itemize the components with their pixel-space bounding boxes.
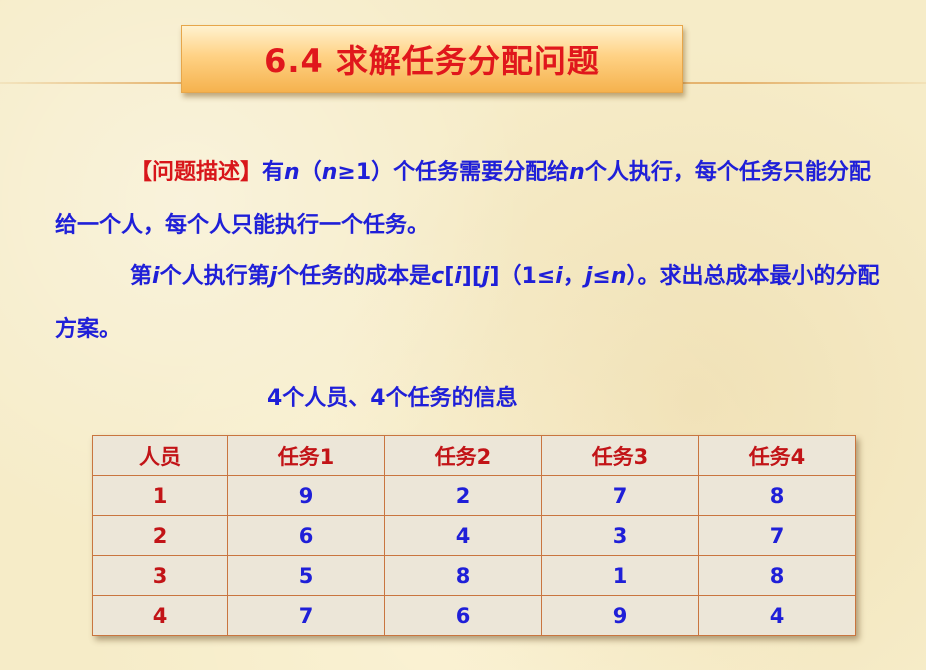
description-text: 第: [130, 263, 153, 289]
cost-cell: 7: [698, 515, 856, 556]
cost-cell: 4: [384, 515, 542, 556]
table-row: 4 7 6 9 4: [92, 595, 856, 636]
var-n: n: [610, 264, 627, 289]
cost-cell: 1: [541, 555, 699, 596]
cost-cell: 9: [541, 595, 699, 636]
cost-cell: 8: [698, 475, 856, 516]
cost-cell: 7: [541, 475, 699, 516]
description-text: 个人执行第: [159, 263, 270, 289]
cost-cell: 6: [227, 515, 385, 556]
person-cell: 4: [92, 595, 228, 636]
var-i: i: [152, 264, 160, 289]
cost-cell: 4: [698, 595, 856, 636]
var-c: c: [431, 264, 445, 289]
var-n: n: [569, 160, 585, 185]
var-j: j: [269, 264, 278, 289]
description-text: 有: [262, 159, 285, 185]
var-i: i: [555, 264, 563, 289]
person-cell: 2: [92, 515, 228, 556]
description-text: ≥1）个任务需要分配给: [337, 160, 570, 185]
header-task-3: 任务3: [541, 435, 699, 476]
cost-cell: 8: [384, 555, 542, 596]
cost-cell: 9: [227, 475, 385, 516]
description-text: （: [299, 159, 322, 185]
person-cell: 3: [92, 555, 228, 596]
table-caption: 4个人员、4个任务的信息: [267, 386, 518, 411]
description-label: 【问题描述】: [130, 159, 263, 185]
bracket: ]: [489, 264, 500, 289]
var-n: n: [284, 160, 300, 185]
cost-cell: 7: [227, 595, 385, 636]
table-row: 2 6 4 3 7: [92, 515, 856, 556]
description-text: 个任务的成本是: [277, 263, 432, 289]
bracket: ][: [461, 264, 482, 289]
cost-cell: 5: [227, 555, 385, 596]
description-text: ，: [562, 263, 585, 289]
var-i: i: [454, 264, 462, 289]
header-task-2: 任务2: [384, 435, 542, 476]
table-header-row: 人员 任务1 任务2 任务3 任务4: [92, 435, 856, 476]
table-row: 1 9 2 7 8: [92, 475, 856, 516]
header-task-4: 任务4: [698, 435, 856, 476]
cost-cell: 8: [698, 555, 856, 596]
person-cell: 1: [92, 475, 228, 516]
problem-description: 【问题描述】有n（n≥1）个任务需要分配给n个人执行，每个任务只能分配给一个人，…: [55, 146, 885, 251]
page-title: 6.4 求解任务分配问题: [264, 42, 600, 80]
header-task-1: 任务1: [227, 435, 385, 476]
cost-cell: 2: [384, 475, 542, 516]
table-row: 3 5 8 1 8: [92, 555, 856, 596]
header-person: 人员: [92, 435, 228, 476]
cost-description: 第i个人执行第j个任务的成本是c[i][j]（1≤i，j≤n）。求出总成本最小的…: [55, 250, 885, 355]
description-text: （1≤: [499, 264, 556, 289]
var-n: n: [321, 160, 338, 185]
cost-cell: 6: [384, 595, 542, 636]
description-text: ≤: [592, 264, 611, 289]
bracket: [: [444, 264, 455, 289]
title-banner: 6.4 求解任务分配问题: [181, 25, 683, 93]
cost-table: 人员 任务1 任务2 任务3 任务4 1 9 2 7 8 2 6 4 3 7 3…: [92, 435, 856, 636]
cost-cell: 3: [541, 515, 699, 556]
